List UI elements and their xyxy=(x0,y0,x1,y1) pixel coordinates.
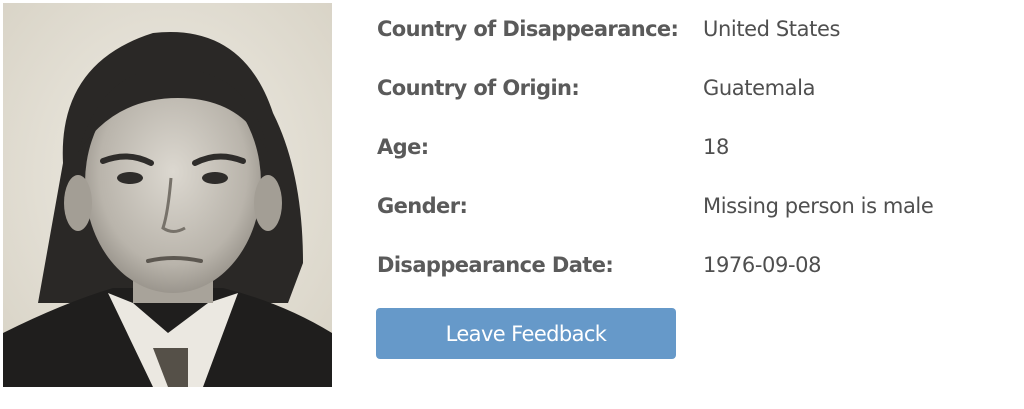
gender-label: Gender: xyxy=(377,194,468,218)
missing-person-photo xyxy=(3,3,332,387)
detail-row-disappearance-date: Disappearance Date: 1976-09-08 xyxy=(377,248,997,307)
leave-feedback-button[interactable]: Leave Feedback xyxy=(376,308,676,359)
detail-row-age: Age: 18 xyxy=(377,130,997,189)
person-details: Country of Disappearance: United States … xyxy=(377,12,997,307)
disappearance-date-value: 1976-09-08 xyxy=(703,253,822,277)
age-value: 18 xyxy=(703,135,729,159)
age-label: Age: xyxy=(377,135,429,159)
detail-row-gender: Gender: Missing person is male xyxy=(377,189,997,248)
country-of-origin-label: Country of Origin: xyxy=(377,76,580,100)
country-of-origin-value: Guatemala xyxy=(703,76,816,100)
detail-row-country-of-origin: Country of Origin: Guatemala xyxy=(377,71,997,130)
disappearance-date-label: Disappearance Date: xyxy=(377,253,614,277)
gender-value: Missing person is male xyxy=(703,194,934,218)
country-of-disappearance-label: Country of Disappearance: xyxy=(377,17,679,41)
portrait-image xyxy=(3,3,332,387)
country-of-disappearance-value: United States xyxy=(703,17,841,41)
detail-row-country-of-disappearance: Country of Disappearance: United States xyxy=(377,12,997,71)
